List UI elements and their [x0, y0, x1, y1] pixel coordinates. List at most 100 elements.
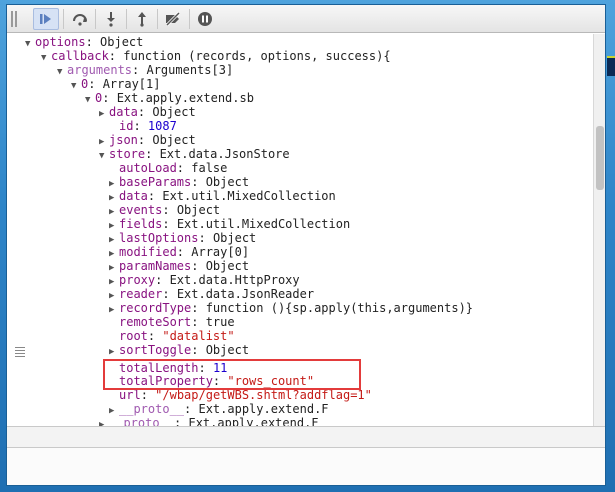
tree-row[interactable]: ▼ store: Ext.data.JsonStore [99, 147, 290, 161]
tree-row[interactable]: ▶ fields: Ext.util.MixedCollection [109, 217, 350, 231]
property-name: url [119, 388, 141, 402]
property-name: store [109, 147, 146, 161]
scrollbar-thumb[interactable] [596, 126, 604, 190]
property-name: callback [51, 49, 109, 63]
step-into-button[interactable] [98, 8, 124, 30]
tree-row[interactable]: ▶ data: Object [99, 105, 196, 119]
property-name: sortToggle [119, 343, 192, 357]
property-value: function (){sp.apply(this,arguments)} [205, 301, 474, 315]
property-value: Ext.util.MixedCollection [162, 189, 336, 203]
vertical-scrollbar[interactable] [593, 34, 605, 426]
tree-row[interactable]: ▶ baseParams: Object [109, 175, 249, 189]
tree-row[interactable]: ▼ options: Object [25, 35, 143, 49]
tree-row[interactable]: ▼ 0: Ext.apply.extend.sb [85, 91, 254, 105]
window-edge-tab [607, 56, 615, 76]
resume-icon [40, 14, 51, 24]
tree-row: autoLoad: false [119, 161, 228, 175]
property-value: Ext.util.MixedCollection [176, 217, 351, 231]
debugger-toolbar [7, 5, 605, 33]
property-value: Ext.data.HttpProxy [169, 273, 300, 287]
property-value: Array[0] [191, 245, 250, 259]
property-name: reader [119, 287, 163, 301]
tree-row[interactable]: ▶ recordType: function (){sp.apply(this,a… [109, 301, 473, 315]
property-name: json [109, 133, 138, 147]
property-value: Ext.apply.extend.F [198, 402, 329, 416]
tree-row[interactable]: ▼ callback: function (records, options, s… [41, 49, 391, 63]
tree-row[interactable]: ▶ lastOptions: Object [109, 231, 256, 245]
property-name: fields [119, 217, 163, 231]
property-value: Ext.apply.extend.sb [116, 91, 254, 105]
deactivate-breakpoints-icon [165, 12, 181, 26]
property-value: Object [176, 203, 221, 217]
property-name: paramNames [119, 259, 192, 273]
step-over-icon [73, 14, 87, 26]
property-value: Ext.data.JsonReader [176, 287, 315, 301]
expand-triangle-icon[interactable]: ▼ [71, 79, 81, 93]
tree-row[interactable]: ▶ modified: Array[0] [109, 245, 249, 259]
property-value: 1087 [147, 119, 177, 133]
property-value: false [191, 161, 228, 175]
step-over-button[interactable] [67, 8, 93, 30]
expand-triangle-icon[interactable]: ▼ [99, 149, 109, 163]
devtools-panel: ▼ options: Object ▼ callback: function (rec… [6, 4, 606, 486]
tree-row: id: 1087 [119, 119, 177, 133]
property-name: autoLoad [119, 161, 177, 175]
property-value: "datalist" [162, 329, 235, 343]
step-into-icon [107, 12, 115, 27]
tree-row[interactable]: ▶ __proto__: Ext.apply.extend.F [99, 416, 319, 426]
tree-row[interactable]: ▶ sortToggle: Object [109, 343, 249, 357]
property-value: true [205, 315, 235, 329]
property-name: lastOptions [119, 231, 199, 245]
collapse-triangle-icon[interactable]: ▶ [99, 418, 109, 426]
expand-triangle-icon[interactable]: ▼ [85, 93, 95, 107]
property-name: __proto__ [119, 402, 185, 416]
property-name: events [119, 203, 163, 217]
tree-row[interactable]: ▶ proxy: Ext.data.HttpProxy [109, 273, 300, 287]
property-name: recordType [119, 301, 192, 315]
tree-row[interactable]: ▶ data: Ext.util.MixedCollection [109, 189, 336, 203]
property-name: __proto__ [109, 416, 175, 426]
property-value: Object [100, 35, 144, 49]
console-area[interactable] [7, 448, 605, 485]
tree-row: root: "datalist" [119, 329, 235, 343]
property-value: function (records, options, success){ [123, 49, 391, 63]
pause-button[interactable] [192, 8, 218, 30]
tree-row[interactable]: ▶ paramNames: Object [109, 259, 249, 273]
property-name: data [119, 189, 148, 203]
property-name: modified [119, 245, 177, 259]
property-value: Ext.apply.extend.F [188, 416, 319, 426]
property-name: options [35, 35, 86, 49]
tree-row[interactable]: ▼ arguments: Arguments[3] [57, 63, 233, 77]
property-value: Object [212, 231, 257, 245]
property-name: arguments [67, 63, 133, 77]
tree-row[interactable]: ▼ 0: Array[1] [71, 77, 160, 91]
property-name: remoteSort [119, 315, 192, 329]
resize-grip-icon[interactable] [15, 345, 25, 359]
scope-variables-tree: ▼ options: Object ▼ callback: function (rec… [7, 34, 593, 426]
deactivate-breakpoints-button[interactable] [160, 8, 186, 30]
tree-row[interactable]: ▶ events: Object [109, 203, 220, 217]
tree-row: remoteSort: true [119, 315, 235, 329]
toolbar-grip-icon[interactable] [11, 11, 19, 27]
collapse-triangle-icon[interactable]: ▶ [99, 107, 109, 121]
step-out-icon [138, 12, 146, 27]
step-out-button[interactable] [129, 8, 155, 30]
property-value: Array[1] [102, 77, 161, 91]
expand-triangle-icon[interactable]: ▼ [41, 51, 51, 65]
property-value: "/wbap/getWBS.shtml?addflag=1" [155, 388, 372, 402]
pause-icon [198, 12, 212, 26]
property-name: proxy [119, 273, 156, 287]
tree-row[interactable]: ▶ reader: Ext.data.JsonReader [109, 287, 314, 301]
property-value: Object [152, 105, 196, 119]
collapse-triangle-icon[interactable]: ▶ [109, 345, 119, 359]
tree-row[interactable]: ▶ json: Object [99, 133, 196, 147]
property-value: Object [152, 133, 196, 147]
expand-triangle-icon[interactable]: ▼ [57, 65, 67, 79]
property-value: Object [205, 175, 250, 189]
expand-triangle-icon[interactable]: ▼ [25, 37, 35, 51]
property-value: Object [205, 259, 250, 273]
resume-button[interactable] [33, 8, 59, 30]
tree-row: url: "/wbap/getWBS.shtml?addflag=1" [119, 388, 372, 402]
highlight-box [103, 359, 361, 390]
tree-row[interactable]: ▶ __proto__: Ext.apply.extend.F [109, 402, 329, 416]
